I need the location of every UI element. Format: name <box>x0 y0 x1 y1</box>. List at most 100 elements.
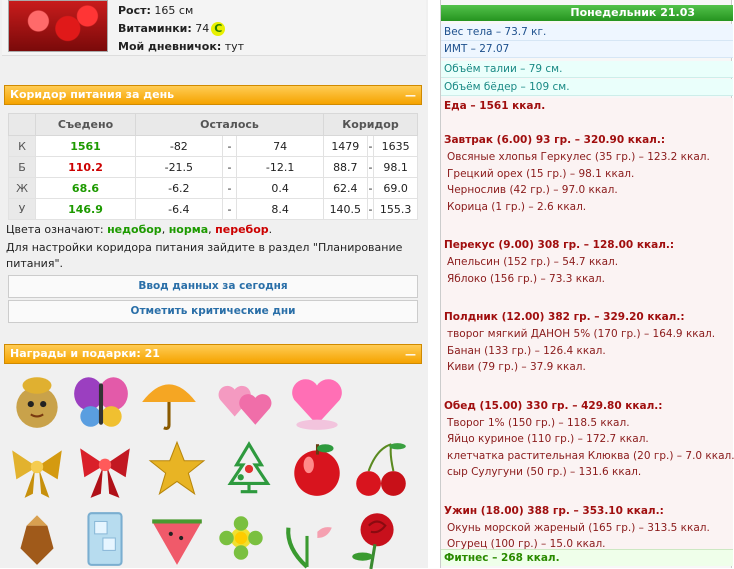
header-corridor: Коридор <box>323 113 418 136</box>
rose-icon[interactable] <box>344 507 406 569</box>
hearts-icon[interactable] <box>214 371 276 433</box>
straw-doll-icon[interactable] <box>6 371 68 433</box>
profile-card: Рост: 165 см Витаминки: 74 С Мой дневничо… <box>2 0 426 56</box>
diary-row: Мой дневничок: тут <box>118 40 244 53</box>
vitamins-label: Витаминки: <box>118 22 192 35</box>
eaten-value: 68.6 <box>35 177 136 199</box>
eaten-value: 1561 <box>35 135 136 157</box>
ice-glass-icon[interactable] <box>74 507 136 569</box>
dash: - <box>222 177 237 199</box>
eaten-value: 146.9 <box>35 198 136 220</box>
candy-icon[interactable] <box>6 507 68 569</box>
corridor-min-value: 140.5 <box>323 198 368 220</box>
left-min-value: -82 <box>135 135 223 157</box>
meal-header: Перекус (9.00) 308 гр. – 128.00 ккал.: <box>444 239 675 251</box>
food-item: Чернослив (42 гр.) – 97.0 ккал. <box>447 184 618 196</box>
table-row: У 146.9 -6.4-8.4 140.5-155.3 <box>8 198 418 220</box>
profile-photo[interactable] <box>8 0 108 52</box>
corridor-max-value: 98.1 <box>373 156 418 178</box>
waist-line: Объём талии – 79 см. <box>441 61 733 78</box>
height-row: Рост: 165 см <box>118 4 193 17</box>
eaten-value: 110.2 <box>35 156 136 178</box>
tulip-icon[interactable] <box>276 507 338 569</box>
legend-sep: , <box>161 223 166 236</box>
food-total: Еда – 1561 ккал. <box>444 100 546 112</box>
food-item: Овсяные хлопья Геркулес (35 гр.) – 123.2… <box>447 151 710 163</box>
corridor-min-value: 1479 <box>323 135 368 157</box>
food-item: Окунь морской жареный (165 гр.) – 313.5 … <box>447 521 710 534</box>
header-left: Осталось <box>135 113 324 136</box>
row-label: К <box>8 135 36 157</box>
day-summary-column: Понедельник 21.03 Вес тела – 73.7 кг. ИМ… <box>440 0 734 568</box>
left-min-value: -6.4 <box>135 198 223 220</box>
corridor-max-value: 1635 <box>373 135 418 157</box>
row-label: Б <box>8 156 36 178</box>
meal-header: Обед (15.00) 330 гр. – 429.80 ккал.: <box>444 399 663 412</box>
fitness-line: Фитнес – 268 ккал. <box>441 549 733 566</box>
critical-days-button[interactable]: Отметить критические дни <box>8 300 418 323</box>
dash: - <box>222 198 237 220</box>
dash: - <box>367 198 374 220</box>
meal-header: Полдник (12.00) 382 гр. – 329.20 ккал.: <box>444 311 685 323</box>
row-label: У <box>8 198 36 220</box>
corridor-panel-header: Коридор питания за день — <box>4 85 422 105</box>
gifts-panel-header: Награды и подарки: 21 — <box>4 344 422 364</box>
red-bow-icon[interactable] <box>74 438 136 500</box>
umbrella-icon[interactable] <box>138 371 200 433</box>
flower-icon[interactable] <box>210 507 272 569</box>
dash: - <box>222 156 237 178</box>
vitamins-value: 74 <box>195 22 210 35</box>
diary-link[interactable]: тут <box>225 40 244 53</box>
corridor-max-value: 69.0 <box>373 177 418 199</box>
header-empty <box>8 113 36 136</box>
bmi-line: ИМТ – 27.07 <box>441 41 733 58</box>
table-header-row: Съедено Осталось Коридор <box>8 113 418 136</box>
dash: - <box>367 177 374 199</box>
gold-star-icon[interactable] <box>146 438 208 500</box>
row-label: Ж <box>8 177 36 199</box>
corridor-min-value: 88.7 <box>323 156 368 178</box>
legend-prefix: Цвета означают: <box>6 223 104 236</box>
heart-gift-icon[interactable] <box>286 371 348 433</box>
legend-norm: норма <box>168 223 209 236</box>
dash: - <box>367 135 374 157</box>
table-row: Ж 68.6 -6.2-0.4 62.4-69.0 <box>8 177 418 199</box>
gifts-title: Награды и подарки: 21 <box>10 347 160 360</box>
food-item: Яйцо куриное (110 гр.) – 172.7 ккал. <box>447 433 649 445</box>
watermelon-icon[interactable] <box>146 507 208 569</box>
left-min-value: -21.5 <box>135 156 223 178</box>
vitamin-badge-icon: С <box>211 22 226 36</box>
minimize-icon[interactable]: — <box>405 87 416 102</box>
food-item: Банан (133 гр.) – 126.4 ккал. <box>447 344 606 357</box>
meal-header: Завтрак (6.00) 93 гр. – 320.90 ккал.: <box>444 134 666 146</box>
color-legend: Цвета означают: недобор, норма, перебор. <box>6 223 273 236</box>
header-eaten: Съедено <box>35 113 136 136</box>
christmas-tree-icon[interactable] <box>218 438 280 500</box>
cherries-icon[interactable] <box>350 438 412 500</box>
food-item: Апельсин (152 гр.) – 54.7 ккал. <box>447 256 619 268</box>
legend-under: недобор <box>107 223 162 236</box>
food-item: сыр Сулугуни (50 гр.) – 131.6 ккал. <box>447 466 642 478</box>
food-item: творог мягкий ДАНОН 5% (170 гр.) – 164.9… <box>447 328 716 340</box>
table-row: Б 110.2 -21.5- -12.1 88.7-98.1 <box>8 156 418 178</box>
food-item: Киви (79 гр.) – 37.9 ккал. <box>447 361 586 373</box>
height-value: 165 см <box>154 4 194 17</box>
vitamins-row: Витаминки: 74 С <box>118 22 226 36</box>
corridor-table: Съедено Осталось Коридор К 1561 -82-74 1479… <box>8 113 418 220</box>
corridor-title: Коридор питания за день <box>10 88 175 101</box>
corridor-hint: Для настройки коридора питания зайдите в… <box>6 241 403 270</box>
left-column: Рост: 165 см Витаминки: 74 С Мой дневничо… <box>0 0 428 569</box>
dash: - <box>367 156 374 178</box>
food-item: клетчатка растительная Клюква (20 гр.) –… <box>447 449 734 462</box>
left-max-value: 8.4 <box>236 198 324 220</box>
enter-today-button[interactable]: Ввод данных за сегодня <box>8 275 418 298</box>
dash: - <box>222 135 237 157</box>
minimize-icon[interactable]: — <box>405 346 416 361</box>
apple-icon[interactable] <box>286 438 348 500</box>
gold-bow-icon[interactable] <box>6 438 68 500</box>
left-max-value: -12.1 <box>236 156 324 178</box>
corridor-min-value: 62.4 <box>323 177 368 199</box>
meal-header: Ужин (18.00) 388 гр. – 353.10 ккал.: <box>444 504 664 517</box>
food-item: Корица (1 гр.) – 2.6 ккал. <box>447 200 587 213</box>
butterfly-icon[interactable] <box>70 371 132 433</box>
